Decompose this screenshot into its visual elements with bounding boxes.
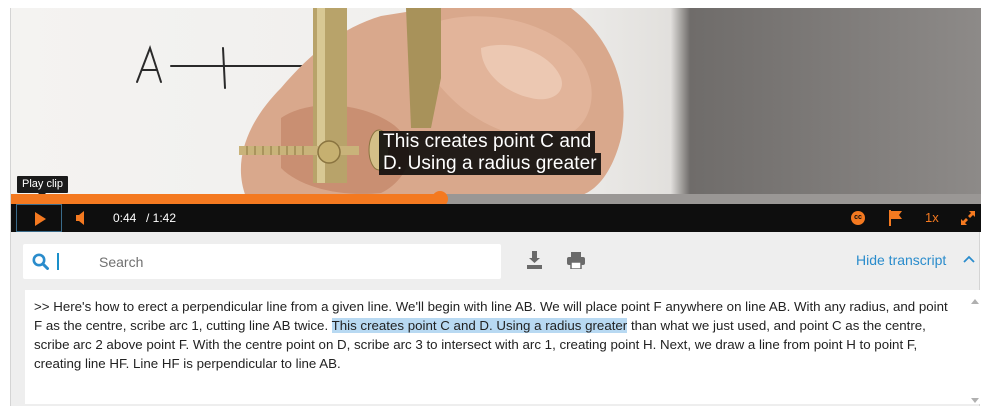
caption-line: D. Using a radius greater <box>379 153 601 175</box>
scroll-up-arrow[interactable] <box>971 299 979 304</box>
text-cursor <box>57 253 59 270</box>
download-icon[interactable] <box>526 251 543 269</box>
caption-line: This creates point C and <box>379 131 596 153</box>
duration: / 1:42 <box>146 211 177 225</box>
transcript-panel: >> Here's how to erect a perpendicular l… <box>25 290 981 404</box>
current-time: 0:44 <box>113 211 137 225</box>
playback-speed[interactable]: 1x <box>925 211 939 225</box>
caption-overlay: This creates point C and D. Using a radi… <box>379 131 601 175</box>
volume-icon[interactable] <box>75 211 87 225</box>
progress-bar[interactable] <box>11 191 981 207</box>
scroll-down-arrow[interactable] <box>971 398 979 403</box>
search-icon[interactable] <box>32 253 49 270</box>
print-icon[interactable] <box>567 252 585 269</box>
closed-captions-icon[interactable]: cc <box>851 211 865 225</box>
play-clip-tooltip: Play clip <box>17 176 68 193</box>
transcript-search <box>23 244 501 279</box>
transcript-highlight[interactable]: This creates point C and D. Using a radi… <box>331 318 628 333</box>
video-player: This creates point C and D. Using a radi… <box>10 8 981 406</box>
transcript-text: >> Here's how to erect a perpendicular l… <box>34 297 949 373</box>
fullscreen-icon[interactable] <box>961 211 975 225</box>
chevron-up-icon[interactable] <box>963 254 975 264</box>
flag-icon[interactable] <box>889 210 903 226</box>
play-button[interactable] <box>16 204 62 232</box>
search-input[interactable] <box>99 250 479 274</box>
video-frame[interactable]: This creates point C and D. Using a radi… <box>11 8 981 197</box>
hide-transcript-link[interactable]: Hide transcript <box>856 252 946 268</box>
control-bar: 0:44 / 1:42 cc 1x <box>11 204 981 232</box>
progress-fill <box>11 194 440 204</box>
